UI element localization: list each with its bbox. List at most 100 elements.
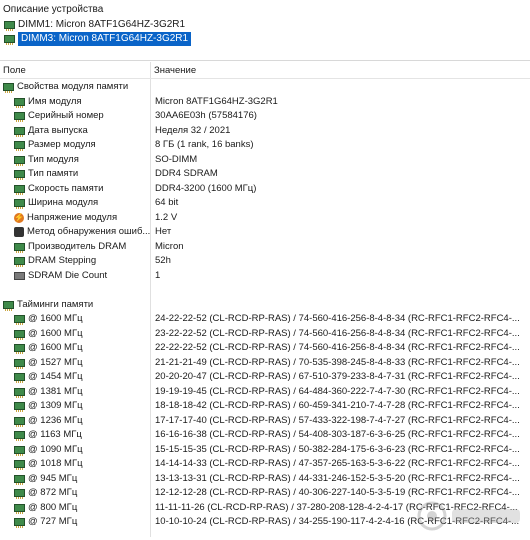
property-value: 17-17-17-40 (CL-RCD-RP-RAS) / 57-433-322…: [155, 414, 520, 426]
property-row[interactable]: Дата выпуска Неделя 32 / 2021: [0, 124, 530, 139]
property-field-text: SDRAM Die Count: [28, 269, 108, 281]
property-field-text: Тип модуля: [28, 153, 79, 165]
property-row[interactable]: @ 1600 МГц 22-22-22-52 (CL-RCD-RP-RAS) / …: [0, 341, 530, 356]
property-value: 14-14-14-33 (CL-RCD-RP-RAS) / 47-357-265…: [155, 458, 520, 469]
ram-module-icon: [4, 21, 15, 31]
property-field-text: Скорость памяти: [28, 182, 104, 194]
property-row[interactable]: ⚡ Напряжение модуля 1.2 V: [0, 211, 530, 226]
property-field: @ 1454 МГц: [14, 370, 83, 385]
device-item-label: DIMM1: Micron 8ATF1G64HZ-3G2R1: [18, 19, 186, 30]
ram-icon: [14, 315, 25, 326]
property-row[interactable]: @ 945 МГц 13-13-13-31 (CL-RCD-RP-RAS) / 4…: [0, 472, 530, 487]
ram-icon: [14, 489, 25, 500]
property-row[interactable]: @ 1454 МГц 20-20-20-47 (CL-RCD-RP-RAS) / …: [0, 370, 530, 385]
property-row[interactable]: Ширина модуля 64 bit: [0, 196, 530, 211]
property-field-text: Напряжение модуля: [27, 211, 118, 223]
property-row[interactable]: @ 1600 МГц 24-22-22-52 (CL-RCD-RP-RAS) / …: [0, 312, 530, 327]
property-row[interactable]: Скорость памяти DDR4-3200 (1600 МГц): [0, 182, 530, 197]
panel-divider[interactable]: [0, 60, 530, 61]
property-field-text: Метод обнаружения ошиб...: [27, 226, 151, 237]
property-row[interactable]: @ 1527 МГц 21-21-21-49 (CL-RCD-RP-RAS) / …: [0, 356, 530, 371]
property-field: @ 1527 МГц: [14, 356, 83, 371]
property-field-text: @ 1381 МГц: [28, 385, 83, 397]
property-value: 30AA6E03h (57584176): [155, 110, 257, 121]
property-value: 19-19-19-45 (CL-RCD-RP-RAS) / 64-484-360…: [155, 385, 520, 397]
ram-icon: [14, 358, 25, 369]
property-field: @ 1090 МГц: [14, 443, 83, 458]
property-row[interactable]: @ 1600 МГц 23-22-22-52 (CL-RCD-RP-RAS) / …: [0, 327, 530, 342]
property-field: @ 1600 МГц: [14, 327, 83, 342]
column-header-value[interactable]: Значение: [154, 64, 196, 78]
property-field: Метод обнаружения ошиб...: [14, 225, 150, 240]
property-field: @ 1018 МГц: [14, 457, 83, 472]
property-row[interactable]: @ 1163 МГц 16-16-16-38 (CL-RCD-RP-RAS) / …: [0, 428, 530, 443]
ram-icon: [14, 474, 25, 485]
property-field: ⚡ Напряжение модуля: [14, 211, 117, 226]
ram-icon: [14, 518, 25, 529]
property-row[interactable]: Метод обнаружения ошиб... Нет: [0, 225, 530, 240]
property-value: 20-20-20-47 (CL-RCD-RP-RAS) / 67-510-379…: [155, 371, 520, 382]
property-field-text: @ 800 МГц: [28, 501, 78, 513]
property-row[interactable]: SDRAM Die Count 1: [0, 269, 530, 284]
device-item-dimm1[interactable]: DIMM1: Micron 8ATF1G64HZ-3G2R1: [4, 18, 185, 32]
ram-icon: [14, 184, 25, 195]
property-field: Дата выпуска: [14, 124, 88, 139]
property-row[interactable]: Тип памяти DDR4 SDRAM: [0, 167, 530, 182]
property-field-text: @ 1600 МГц: [28, 342, 83, 353]
ram-icon: [14, 126, 25, 137]
property-row[interactable]: Производитель DRAM Micron: [0, 240, 530, 255]
ram-icon: [14, 112, 25, 123]
property-field-text: @ 945 МГц: [28, 472, 78, 484]
property-field-text: @ 1163 МГц: [28, 429, 82, 440]
property-row[interactable]: DRAM Stepping 52h: [0, 254, 530, 269]
ram-icon: [14, 155, 25, 166]
section-title: Тайминги памяти: [3, 298, 93, 313]
property-field-text: Дата выпуска: [28, 124, 88, 136]
property-value: Micron: [155, 240, 184, 252]
property-value: 13-13-13-31 (CL-RCD-RP-RAS) / 44-331-246…: [155, 472, 520, 484]
property-value: 8 ГБ (1 rank, 16 banks): [155, 139, 254, 150]
property-field: Тип модуля: [14, 153, 79, 168]
property-value: 18-18-18-42 (CL-RCD-RP-RAS) / 60-459-341…: [155, 400, 520, 411]
property-row[interactable]: @ 1090 МГц 15-15-15-35 (CL-RCD-RP-RAS) / …: [0, 443, 530, 458]
property-value: Micron 8ATF1G64HZ-3G2R1: [155, 95, 278, 107]
property-row[interactable]: @ 1236 МГц 17-17-17-40 (CL-RCD-RP-RAS) / …: [0, 414, 530, 429]
column-header-field[interactable]: Поле: [3, 64, 26, 78]
property-field: @ 1236 МГц: [14, 414, 83, 429]
property-row[interactable]: Серийный номер 30AA6E03h (57584176): [0, 109, 530, 124]
property-value: Неделя 32 / 2021: [155, 124, 231, 136]
ram-icon: [14, 141, 25, 152]
ram-icon: [14, 344, 25, 355]
ram-icon: [14, 387, 25, 398]
property-value: 21-21-21-49 (CL-RCD-RP-RAS) / 70-535-398…: [155, 356, 520, 368]
property-field: Тип памяти: [14, 167, 78, 182]
property-field-text: Имя модуля: [28, 95, 82, 107]
watermark-logo: [417, 501, 520, 531]
property-row[interactable]: @ 1309 МГц 18-18-18-42 (CL-RCD-RP-RAS) / …: [0, 399, 530, 414]
device-item-dimm3[interactable]: DIMM3: Micron 8ATF1G64HZ-3G2R1: [4, 32, 192, 46]
gear-icon: [14, 227, 24, 238]
section-header[interactable]: Свойства модуля памяти: [0, 80, 530, 95]
device-panel-header: Описание устройства: [3, 4, 104, 15]
ram-icon: [14, 170, 25, 181]
property-row[interactable]: Тип модуля SO-DIMM: [0, 153, 530, 168]
ram-icon: [14, 445, 25, 456]
property-row[interactable]: Имя модуля Micron 8ATF1G64HZ-3G2R1: [0, 95, 530, 110]
property-value: 15-15-15-35 (CL-RCD-RP-RAS) / 50-382-284…: [155, 443, 520, 455]
property-field: @ 1309 МГц: [14, 399, 83, 414]
property-field: @ 727 МГц: [14, 515, 77, 530]
section-header[interactable]: Тайминги памяти: [0, 298, 530, 313]
property-field-text: @ 1018 МГц: [28, 458, 83, 469]
property-row[interactable]: Размер модуля 8 ГБ (1 rank, 16 banks): [0, 138, 530, 153]
ram-icon: [14, 242, 25, 253]
device-item-label: DIMM3: Micron 8ATF1G64HZ-3G2R1: [18, 32, 192, 46]
property-field: SDRAM Die Count: [14, 269, 107, 284]
ram-icon: [14, 97, 25, 108]
property-row[interactable]: @ 1381 МГц 19-19-19-45 (CL-RCD-RP-RAS) / …: [0, 385, 530, 400]
property-value: 64 bit: [155, 197, 179, 208]
property-field-text: @ 1527 МГц: [28, 356, 83, 368]
property-row[interactable]: @ 1018 МГц 14-14-14-33 (CL-RCD-RP-RAS) / …: [0, 457, 530, 472]
property-field: @ 1381 МГц: [14, 385, 83, 400]
ram-icon: [14, 503, 25, 514]
ram-module-icon: [4, 35, 15, 45]
